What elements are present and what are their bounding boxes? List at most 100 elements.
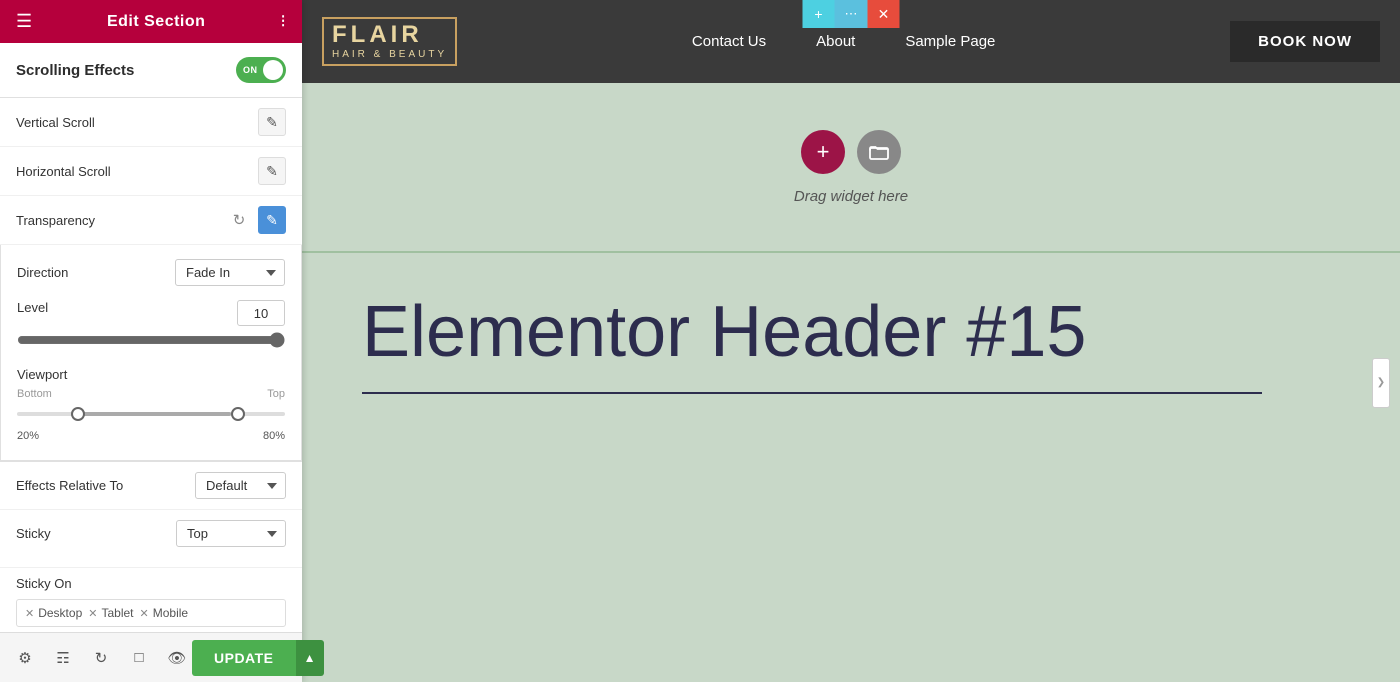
horizontal-scroll-label: Horizontal Scroll	[16, 164, 111, 179]
viewport-sublabels: Bottom Top	[17, 388, 285, 400]
scrolling-effects-toggle[interactable]: ON	[236, 57, 286, 83]
viewport-label: Viewport	[17, 367, 67, 382]
update-btn-wrap: UPDATE ▲	[192, 640, 324, 676]
history-icon-btn[interactable]: ↻	[86, 643, 116, 673]
sticky-select[interactable]: None Top Bottom	[176, 520, 286, 547]
tag-desktop-label: Desktop	[38, 606, 82, 620]
nav-links: Contact Us About Sample Page	[692, 33, 995, 50]
lower-content: Elementor Header #15	[302, 253, 1400, 434]
tag-mobile-label: Mobile	[153, 606, 188, 620]
panel-body: Scrolling Effects ON Vertical Scroll ✎ H…	[0, 43, 302, 632]
tag-mobile: ✕ Mobile	[140, 606, 189, 620]
hamburger-icon[interactable]: ☰	[16, 11, 32, 32]
nav-logo-sub: HAIR & BEAUTY	[332, 49, 447, 60]
transparency-actions: ↻ ✎	[226, 206, 286, 234]
viewport-bottom-label: Bottom	[17, 388, 52, 400]
level-label-row: Level 10	[17, 300, 285, 326]
hero-divider	[362, 392, 1262, 394]
level-slider[interactable]	[17, 332, 285, 348]
level-value-input[interactable]: 10	[237, 300, 285, 326]
grid-icon[interactable]: ⁝	[280, 11, 286, 32]
settings-icon-btn[interactable]: ⚙	[10, 643, 40, 673]
footer-icons: ⚙ ☶ ↻ □ 👁	[10, 643, 192, 673]
hero-title: Elementor Header #15	[362, 293, 1340, 372]
direction-select[interactable]: Fade In Fade Out	[175, 259, 285, 286]
horizontal-scroll-edit-btn[interactable]: ✎	[258, 157, 286, 185]
viewport-top-label: Top	[267, 388, 285, 400]
right-panel: + ⋯ ✕ FLAIR HAIR & BEAUTY Contact Us Abo…	[302, 0, 1400, 682]
content-area: + Drag widget here Elementor Header #15 …	[302, 83, 1400, 682]
nav-book-btn[interactable]: BOOK NOW	[1230, 21, 1380, 62]
transparency-row: Transparency ↻ ✎	[0, 196, 302, 245]
scrolling-effects-label: Scrolling Effects	[16, 62, 134, 79]
drag-widget-text: Drag widget here	[794, 188, 908, 205]
tag-mobile-remove[interactable]: ✕	[140, 607, 149, 620]
dual-thumb-right[interactable]	[231, 407, 245, 421]
transparency-dropdown: Direction Fade In Fade Out Level 10	[0, 245, 302, 461]
sticky-section: Sticky None Top Bottom	[0, 510, 302, 568]
viewport-values: 20% 80%	[17, 430, 285, 442]
nav-link-sample[interactable]: Sample Page	[905, 33, 995, 50]
vertical-scroll-row: Vertical Scroll ✎	[0, 98, 302, 147]
top-ctrl-move-btn[interactable]: ⋯	[835, 0, 868, 28]
tag-tablet-label: Tablet	[101, 606, 133, 620]
left-panel: ☰ Edit Section ⁝ Scrolling Effects ON Ve…	[0, 0, 302, 682]
vertical-scroll-edit-btn[interactable]: ✎	[258, 108, 286, 136]
direction-label: Direction	[17, 265, 68, 280]
viewport-right-value: 80%	[263, 430, 285, 442]
viewport-left-value: 20%	[17, 430, 39, 442]
resize-handle[interactable]: ❯	[1372, 358, 1390, 408]
dual-fill	[71, 412, 232, 416]
sticky-on-tags: ✕ Desktop ✕ Tablet ✕ Mobile	[16, 599, 286, 627]
sticky-on-section: Sticky On ✕ Desktop ✕ Tablet ✕ Mobile	[0, 568, 302, 632]
transparency-reset-btn[interactable]: ↻	[226, 207, 252, 233]
layers-icon-btn[interactable]: ☶	[48, 643, 78, 673]
level-label: Level	[17, 300, 48, 326]
transparency-edit-btn[interactable]: ✎	[258, 206, 286, 234]
update-arrow-button[interactable]: ▲	[296, 640, 324, 676]
scrolling-effects-row: Scrolling Effects ON	[0, 43, 302, 98]
direction-row: Direction Fade In Fade Out	[17, 259, 285, 286]
panel-header: ☰ Edit Section ⁝	[0, 0, 302, 43]
vertical-scroll-label: Vertical Scroll	[16, 115, 95, 130]
folder-btn[interactable]	[857, 130, 901, 174]
tag-desktop: ✕ Desktop	[25, 606, 82, 620]
nav-link-about[interactable]: About	[816, 33, 855, 50]
nav-bar: + ⋯ ✕ FLAIR HAIR & BEAUTY Contact Us Abo…	[302, 0, 1400, 83]
effects-relative-select[interactable]: Default Viewport Section	[195, 472, 286, 499]
horizontal-scroll-actions: ✎	[258, 157, 286, 185]
toggle-on-label: ON	[243, 65, 258, 75]
top-ctrl-plus-btn[interactable]: +	[803, 0, 835, 28]
eye-icon-btn[interactable]: 👁	[162, 643, 192, 673]
nav-logo-text: FLAIR	[332, 23, 447, 47]
level-row: Level 10	[17, 300, 285, 353]
dual-thumb-left[interactable]	[71, 407, 85, 421]
panel-footer: ⚙ ☶ ↻ □ 👁 UPDATE ▲	[0, 632, 302, 682]
effects-relative-label: Effects Relative To	[16, 478, 123, 493]
nav-logo-box: FLAIR HAIR & BEAUTY	[322, 17, 457, 66]
toggle-slider: ON	[236, 57, 286, 83]
folder-icon	[869, 144, 889, 160]
tag-tablet-remove[interactable]: ✕	[88, 607, 97, 620]
responsive-icon-btn[interactable]: □	[124, 643, 154, 673]
nav-logo: FLAIR HAIR & BEAUTY	[322, 17, 457, 66]
add-widget-btn[interactable]: +	[801, 130, 845, 174]
vertical-scroll-actions: ✎	[258, 108, 286, 136]
top-ctrl-close-btn[interactable]: ✕	[868, 0, 900, 28]
viewport-label-row: Viewport	[17, 367, 285, 382]
horizontal-scroll-row: Horizontal Scroll ✎	[0, 147, 302, 196]
panel-title: Edit Section	[107, 13, 205, 31]
dual-slider-container	[17, 404, 285, 424]
transparency-label: Transparency	[16, 213, 95, 228]
tag-tablet: ✕ Tablet	[88, 606, 133, 620]
widget-add-row: +	[801, 130, 901, 174]
top-controls: + ⋯ ✕	[803, 0, 900, 28]
sticky-label: Sticky	[16, 526, 51, 541]
tag-desktop-remove[interactable]: ✕	[25, 607, 34, 620]
upper-content: + Drag widget here	[302, 83, 1400, 253]
sticky-on-label: Sticky On	[16, 576, 286, 591]
effects-relative-row: Effects Relative To Default Viewport Sec…	[0, 461, 302, 510]
nav-link-contact[interactable]: Contact Us	[692, 33, 766, 50]
update-button[interactable]: UPDATE	[192, 640, 296, 676]
sticky-row: Sticky None Top Bottom	[16, 520, 286, 547]
